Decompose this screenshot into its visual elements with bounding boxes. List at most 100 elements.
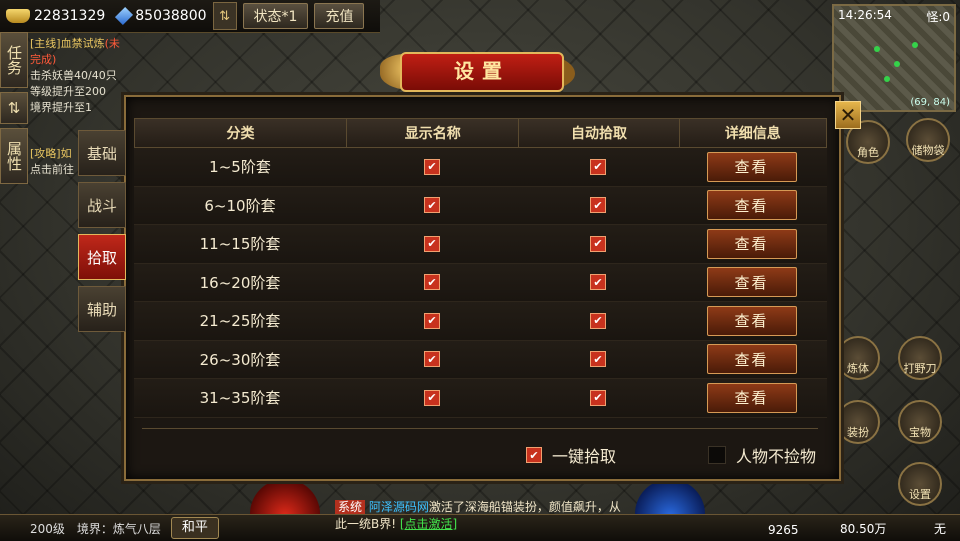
row-category: 21~25阶套 (199, 312, 281, 331)
minimap-npc-dot (894, 61, 900, 67)
auto-pickup-checkbox[interactable]: ✔ (590, 312, 606, 329)
details-cell: 查看 (678, 187, 825, 225)
resource-bar: 22831329 85038800 ⇅ 状态*1 充值 (0, 0, 380, 33)
gold-display: 22831329 (6, 8, 105, 24)
view-details-button[interactable]: 查看 (706, 190, 797, 221)
table-row: 16~20阶套 ✔ ✔ 查看 (134, 263, 827, 302)
dialog-title: 设置 (400, 52, 564, 92)
view-details-button[interactable]: 查看 (706, 151, 797, 182)
settings-button[interactable]: 设置 (898, 462, 942, 506)
gold-ingot-icon (6, 9, 30, 23)
table-row: 31~35阶套 ✔ ✔ 查看 (134, 379, 827, 418)
chat-activate-link[interactable]: [点击激活] (400, 517, 457, 531)
divider (142, 428, 818, 429)
pickup-table: 分类 显示名称 自动拾取 详细信息 1~5阶套 ✔ ✔ 查看 6~10阶套 ✔ ✔ 查看 11~… (134, 118, 827, 418)
tab-pickup[interactable]: 拾取 (78, 234, 126, 280)
tab-combat[interactable]: 战斗 (78, 182, 126, 228)
show-name-checkbox[interactable]: ✔ (424, 389, 440, 406)
auto-pickup-cell: ✔ (518, 302, 678, 340)
close-button[interactable]: ✕ (835, 101, 861, 129)
jungle-blade-button[interactable]: 打野刀 (898, 336, 942, 380)
table-header: 分类 显示名称 自动拾取 详细信息 (134, 118, 827, 148)
auto-pickup-cell: ✔ (518, 379, 678, 417)
quest-line: 等级提升至200 (30, 85, 106, 98)
gold-amount: 22831329 (34, 8, 106, 24)
auto-pickup-cell: ✔ (518, 148, 678, 186)
show-name-checkbox[interactable]: ✔ (424, 197, 440, 214)
auto-pickup-checkbox[interactable]: ✔ (590, 389, 606, 406)
show-name-cell: ✔ (346, 225, 518, 263)
row-category: 26~30阶套 (199, 350, 281, 369)
swap-arrows-button[interactable]: ⇅ (212, 2, 237, 30)
auto-pickup-cell: ✔ (518, 225, 678, 263)
no-pickup-checkbox[interactable] (708, 446, 726, 464)
auto-pickup-cell: ✔ (518, 341, 678, 379)
gem-display: 85038800 (115, 6, 207, 26)
side-tab-toggle[interactable]: ⇅ (0, 92, 28, 124)
tab-assist[interactable]: 辅助 (78, 286, 126, 332)
system-chat: 系统 阿泽源码网激活了深海船锚装扮，颜值飙升，从此一统B界! [点击激活] (335, 499, 625, 533)
chat-sender: 阿泽源码网 (368, 500, 429, 514)
header-details: 详细信息 (724, 126, 781, 142)
auto-pickup-cell: ✔ (518, 264, 678, 302)
table-row: 6~10阶套 ✔ ✔ 查看 (134, 186, 827, 225)
one-key-pickup-checkbox[interactable]: ✔ (526, 447, 542, 463)
treasure-button[interactable]: 宝物 (898, 400, 942, 444)
show-name-checkbox[interactable]: ✔ (424, 351, 440, 368)
side-tab-quest[interactable]: 任务 (0, 32, 28, 88)
show-name-cell: ✔ (346, 379, 518, 417)
table-body: 1~5阶套 ✔ ✔ 查看 6~10阶套 ✔ ✔ 查看 11~15阶套 ✔ ✔ 查看 16~20阶套 ✔ ✔ 查… (134, 148, 827, 418)
details-cell: 查看 (678, 341, 825, 379)
show-name-cell: ✔ (346, 187, 518, 225)
player-level: 200级 (30, 521, 65, 536)
show-name-cell: ✔ (346, 302, 518, 340)
auto-pickup-checkbox[interactable]: ✔ (590, 158, 606, 175)
no-pickup-option[interactable]: 人物不捡物 (708, 443, 816, 467)
pk-mode-button[interactable]: 和平 (170, 517, 219, 539)
gem-amount: 85038800 (135, 8, 207, 24)
details-cell: 查看 (678, 379, 825, 417)
auto-pickup-cell: ✔ (518, 187, 678, 225)
view-details-button[interactable]: 查看 (706, 382, 797, 413)
minimap[interactable]: 14:26:54 怪:0 (69, 84) (832, 4, 956, 112)
settings-tabs: 基础 战斗 拾取 辅助 (78, 130, 126, 338)
minimap-npc-dot (884, 76, 890, 82)
table-row: 21~25阶套 ✔ ✔ 查看 (134, 302, 827, 341)
diamond-icon (115, 6, 134, 26)
status-button[interactable]: 状态*1 (242, 3, 309, 29)
chat-tag: 系统 (335, 500, 366, 514)
show-name-checkbox[interactable]: ✔ (424, 235, 440, 252)
header-show-name: 显示名称 (347, 119, 520, 147)
auto-pickup-checkbox[interactable]: ✔ (590, 235, 606, 252)
recharge-button[interactable]: 充值 (314, 3, 365, 29)
row-category: 1~5阶套 (209, 158, 271, 177)
row-category: 11~15阶套 (199, 235, 281, 254)
row-category: 31~35阶套 (199, 389, 281, 408)
row-category: 6~10阶套 (204, 196, 276, 215)
body-refine-button[interactable]: 炼体 (836, 336, 880, 380)
one-key-pickup-option[interactable]: ✔ 一键拾取 (526, 443, 616, 467)
show-name-checkbox[interactable]: ✔ (424, 312, 440, 329)
view-details-button[interactable]: 查看 (706, 344, 797, 375)
player-coordinates: (69, 84) (910, 97, 950, 108)
show-name-checkbox[interactable]: ✔ (424, 158, 440, 175)
auto-pickup-checkbox[interactable]: ✔ (590, 351, 606, 368)
minimap-npc-dot (912, 42, 918, 48)
view-details-button[interactable]: 查看 (706, 228, 797, 259)
show-name-cell: ✔ (346, 341, 518, 379)
quest-tracker[interactable]: [主线]血禁试炼(未完成) 击杀妖兽40/40只 等级提升至200 境界提升至1 (30, 36, 130, 116)
inventory-button[interactable]: 储物袋 (906, 118, 950, 162)
view-details-button[interactable]: 查看 (706, 267, 797, 298)
one-key-pickup-label: 一键拾取 (552, 447, 617, 466)
show-name-cell: ✔ (346, 264, 518, 302)
tab-basic[interactable]: 基础 (78, 130, 126, 176)
side-tab-attributes[interactable]: 属性 (0, 128, 28, 184)
view-details-button[interactable]: 查看 (706, 305, 797, 336)
auto-pickup-checkbox[interactable]: ✔ (590, 274, 606, 291)
details-cell: 查看 (678, 302, 825, 340)
minimap-npc-dot (874, 46, 880, 52)
auto-pickup-checkbox[interactable]: ✔ (590, 197, 606, 214)
player-realm: 境界：炼气八层 (76, 521, 161, 536)
dress-up-button[interactable]: 装扮 (836, 400, 880, 444)
show-name-checkbox[interactable]: ✔ (424, 274, 440, 291)
